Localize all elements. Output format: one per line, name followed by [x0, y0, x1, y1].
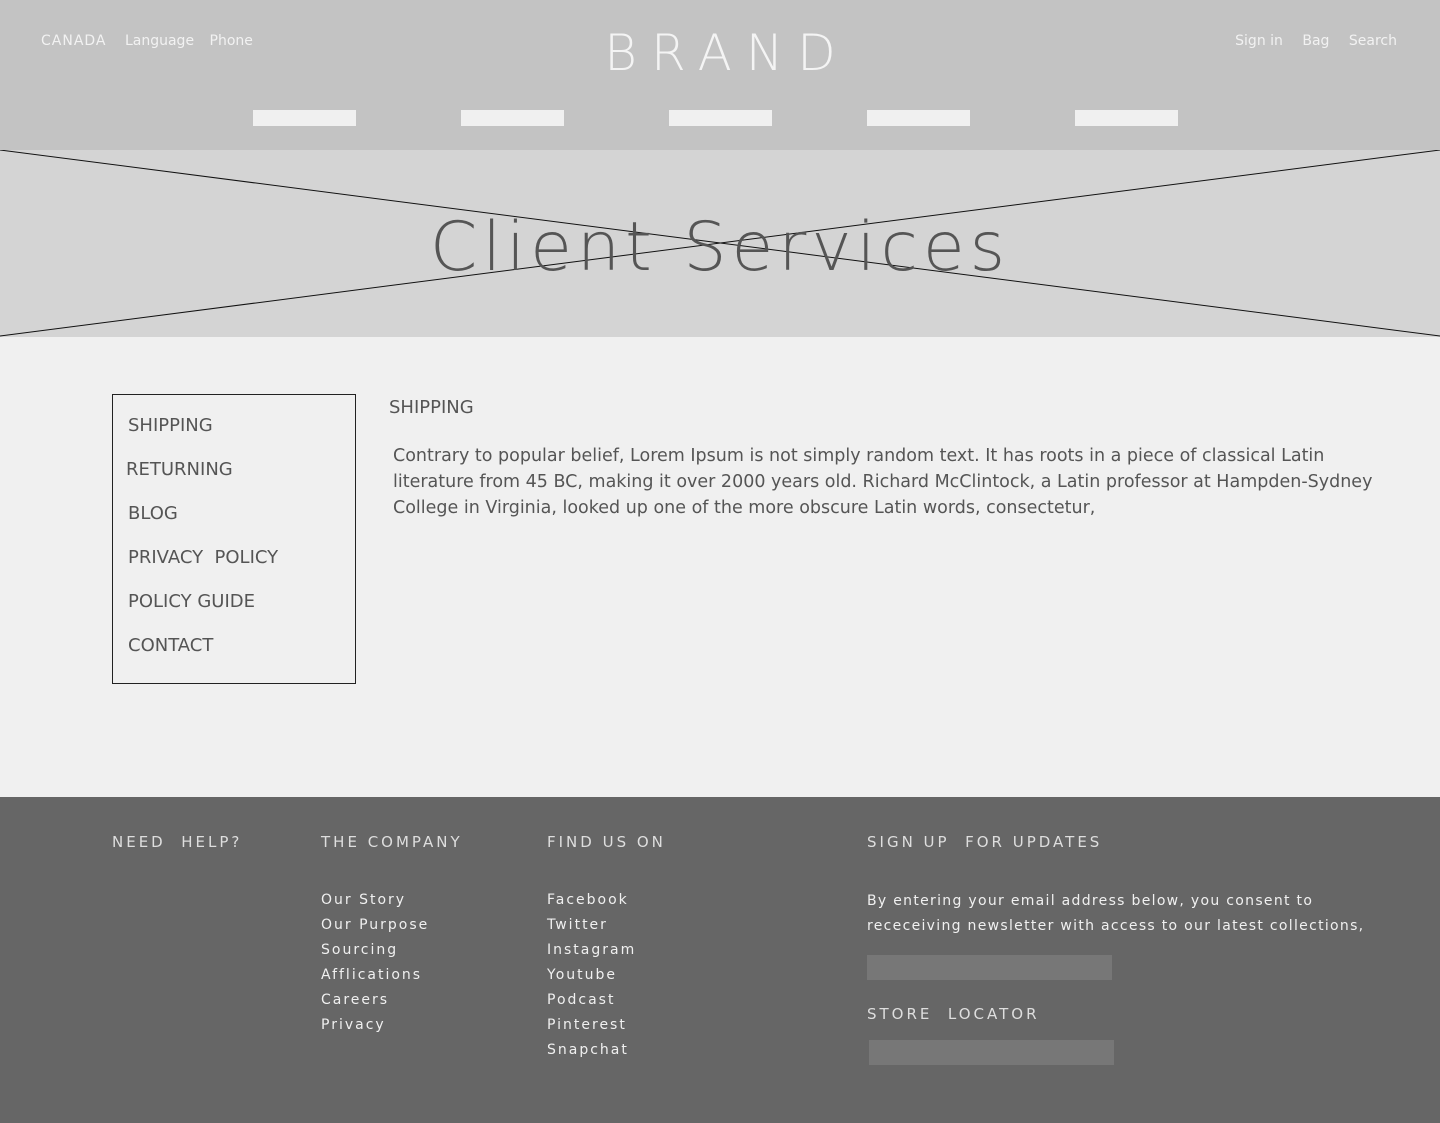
signup-description: By entering your email address below, yo…: [867, 893, 1365, 934]
company-heading: THE COMPANY: [321, 833, 463, 851]
section-heading: SHIPPING: [389, 397, 474, 418]
footer-link-sourcing[interactable]: Sourcing: [321, 942, 429, 967]
site-footer: NEED HELP? THE COMPANY Our Story Our Pur…: [0, 797, 1440, 1123]
section-body-text: Contrary to popular belief, Lorem Ipsum …: [393, 446, 1373, 518]
main-nav-item-3[interactable]: [669, 110, 772, 126]
sidebar-item-returning[interactable]: RETURNING: [126, 459, 233, 480]
find-us-heading: FIND US ON: [547, 833, 666, 851]
sidebar-item-shipping[interactable]: SHIPPING: [128, 415, 213, 436]
sidebar-item-contact[interactable]: CONTACT: [128, 635, 213, 656]
footer-link-youtube[interactable]: Youtube: [547, 967, 636, 992]
main-nav-item-2[interactable]: [461, 110, 564, 126]
sidebar-nav: SHIPPING RETURNING BLOG PRIVACY POLICY P…: [112, 394, 356, 684]
footer-link-snapchat[interactable]: Snapchat: [547, 1042, 636, 1067]
company-links: Our Story Our Purpose Sourcing Afflicati…: [321, 892, 429, 1042]
social-links: Facebook Twitter Instagram Youtube Podca…: [547, 892, 636, 1067]
footer-link-privacy[interactable]: Privacy: [321, 1017, 429, 1042]
email-field[interactable]: [867, 955, 1112, 980]
store-locator-input[interactable]: [869, 1040, 1114, 1065]
footer-link-facebook[interactable]: Facebook: [547, 892, 636, 917]
footer-link-pinterest[interactable]: Pinterest: [547, 1017, 636, 1042]
signup-heading: SIGN UP FOR UPDATES: [867, 833, 1103, 851]
utility-nav-right: Sign in Bag Search: [1220, 33, 1397, 49]
main-nav-item-1[interactable]: [253, 110, 356, 126]
footer-link-podcast[interactable]: Podcast: [547, 992, 636, 1017]
hero-banner: Client Services: [0, 150, 1440, 337]
footer-link-our-purpose[interactable]: Our Purpose: [321, 917, 429, 942]
search-link[interactable]: Search: [1349, 33, 1397, 49]
store-locator-heading: STORE LOCATOR: [867, 1005, 1040, 1023]
footer-link-our-story[interactable]: Our Story: [321, 892, 429, 917]
need-help-heading[interactable]: NEED HELP?: [112, 833, 242, 851]
main-nav-item-5[interactable]: [1075, 110, 1178, 126]
sign-in-link[interactable]: Sign in: [1235, 33, 1283, 49]
main-nav-item-4[interactable]: [867, 110, 970, 126]
site-header: CANADA Language Phone BRAND Sign in Bag …: [0, 0, 1440, 150]
footer-link-twitter[interactable]: Twitter: [547, 917, 636, 942]
footer-link-instagram[interactable]: Instagram: [547, 942, 636, 967]
footer-link-careers[interactable]: Careers: [321, 992, 429, 1017]
sidebar-item-privacy-policy[interactable]: PRIVACY POLICY: [128, 547, 278, 568]
main-nav: [0, 110, 1440, 126]
sidebar-item-policy-guide[interactable]: POLICY GUIDE: [128, 591, 255, 612]
bag-link[interactable]: Bag: [1302, 33, 1329, 49]
footer-link-afflications[interactable]: Afflications: [321, 967, 429, 992]
page-title: Client Services: [429, 208, 1011, 287]
sidebar-item-blog[interactable]: BLOG: [128, 503, 178, 524]
